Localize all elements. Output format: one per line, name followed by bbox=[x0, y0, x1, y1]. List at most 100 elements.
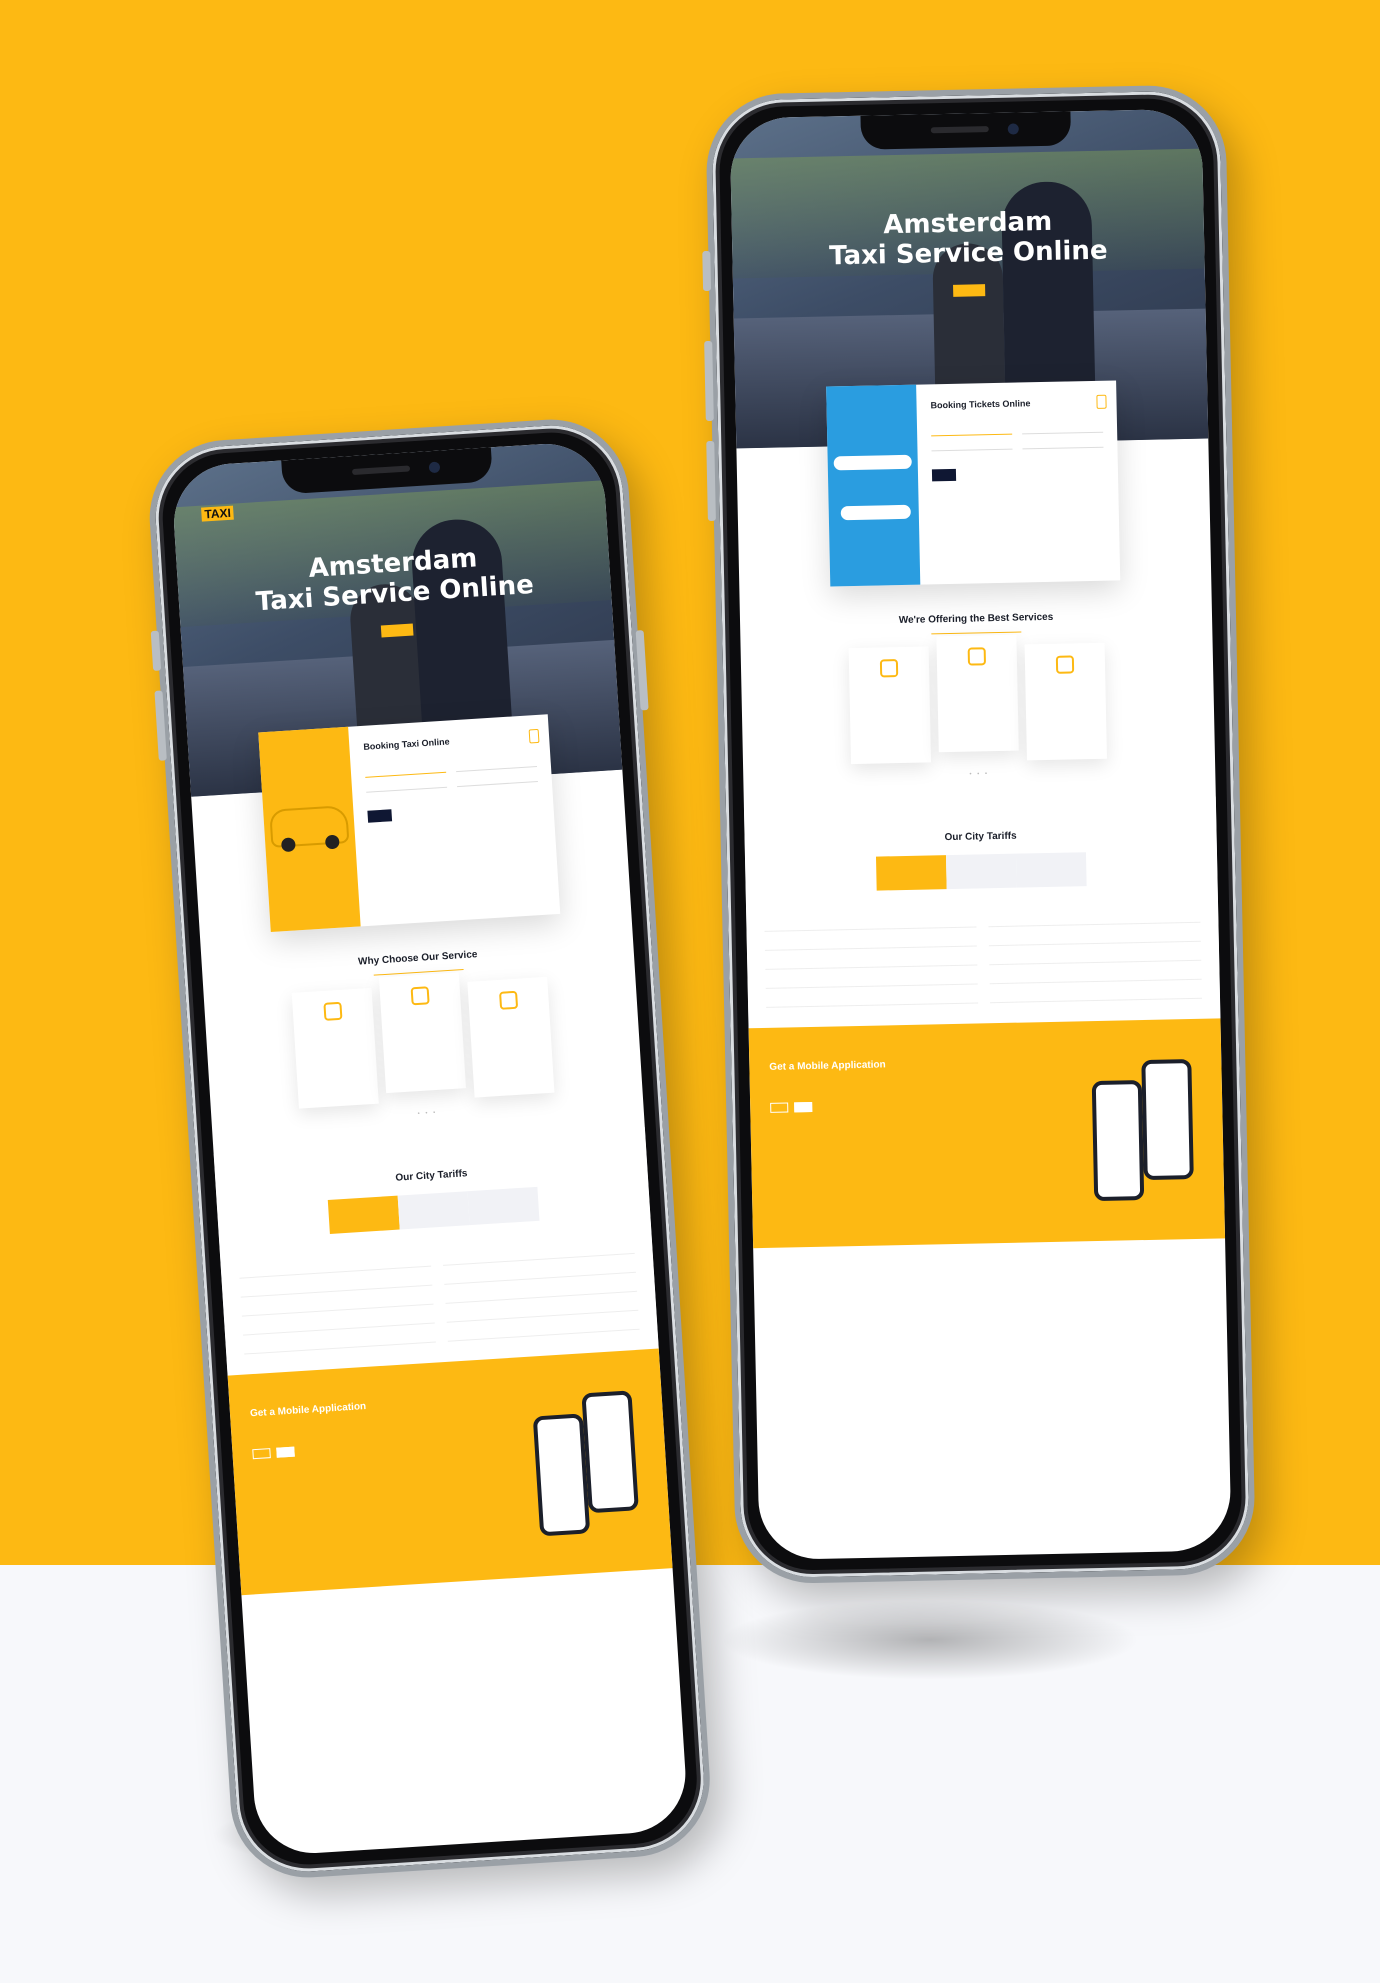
card-desc bbox=[476, 1015, 544, 1019]
booking-media bbox=[826, 384, 921, 587]
booking-field[interactable] bbox=[1022, 442, 1104, 450]
handshake-icon bbox=[1055, 655, 1075, 674]
booking-field[interactable] bbox=[455, 762, 537, 773]
read-more-link[interactable] bbox=[387, 1011, 455, 1015]
notch bbox=[860, 111, 1072, 150]
tariffs-section: Our City Tariffs bbox=[743, 796, 1221, 1029]
tariff-row[interactable] bbox=[989, 979, 1203, 1004]
read-more-link[interactable] bbox=[943, 673, 1011, 674]
advantage-card bbox=[936, 634, 1019, 753]
airplane-image bbox=[840, 504, 911, 521]
app-phone-mockup bbox=[581, 1390, 639, 1514]
app-feature bbox=[824, 1083, 874, 1084]
app-feature bbox=[770, 1088, 820, 1089]
tariff-row[interactable] bbox=[765, 984, 979, 1008]
speaker bbox=[351, 465, 411, 476]
booking-card: Booking Taxi Online bbox=[258, 714, 561, 933]
app-feature bbox=[305, 1429, 355, 1432]
volume-up-button bbox=[704, 340, 714, 422]
booking-title: Booking Tickets Online bbox=[930, 398, 1031, 411]
booking-field[interactable] bbox=[931, 429, 1013, 437]
app-title: Get a Mobile Application bbox=[769, 1059, 886, 1073]
read-more-link[interactable] bbox=[855, 685, 923, 686]
clipboard-icon bbox=[879, 659, 899, 678]
mute-switch bbox=[702, 250, 712, 292]
hero-cta-button[interactable] bbox=[953, 284, 986, 297]
read-more-link[interactable] bbox=[300, 1026, 368, 1030]
advantages-section: We're Offering the Best Services • • • bbox=[739, 579, 1215, 783]
read-more-link[interactable] bbox=[1031, 681, 1099, 682]
card-desc bbox=[943, 673, 1011, 674]
hero-cta-button[interactable] bbox=[380, 623, 414, 638]
taxi-car-image bbox=[271, 807, 348, 846]
document-icon bbox=[528, 728, 540, 744]
camera bbox=[428, 461, 441, 474]
card-desc bbox=[1031, 681, 1099, 682]
tariff-tab-taxi[interactable] bbox=[875, 855, 947, 891]
carousel-dots[interactable]: • • • bbox=[743, 766, 1215, 782]
advantage-card bbox=[378, 972, 467, 1094]
card-title bbox=[476, 1015, 544, 1019]
left-phone: TAXI Amsterdam Taxi Service Online Booki… bbox=[145, 414, 715, 1883]
tariff-tab-airport[interactable] bbox=[945, 853, 1017, 890]
speaker bbox=[930, 126, 989, 134]
card-title bbox=[1031, 681, 1099, 682]
tariffs-section: Our City Tariffs bbox=[213, 1126, 659, 1376]
airplane-image bbox=[833, 454, 912, 471]
app-feature bbox=[770, 1084, 820, 1085]
right-phone-shadow bbox=[720, 1600, 1140, 1680]
tariff-tab-airport[interactable] bbox=[397, 1191, 470, 1230]
left-phone-screen: TAXI Amsterdam Taxi Service Online Booki… bbox=[170, 440, 690, 1857]
app-phone-mockup bbox=[532, 1413, 591, 1537]
right-phone: Amsterdam Taxi Service Online Booking Ti… bbox=[702, 84, 1257, 1585]
app-desc bbox=[770, 1078, 930, 1081]
read-more-link[interactable] bbox=[476, 1015, 544, 1019]
app-phone-mockup bbox=[1141, 1059, 1194, 1181]
camera bbox=[1007, 123, 1019, 135]
booking-field[interactable] bbox=[1022, 427, 1104, 435]
booking-submit-button[interactable] bbox=[367, 809, 393, 823]
app-store-button[interactable] bbox=[794, 1101, 813, 1113]
tariff-list bbox=[764, 903, 1203, 1008]
card-title bbox=[300, 1026, 368, 1030]
card-title bbox=[387, 1011, 455, 1015]
clipboard-icon bbox=[323, 1001, 343, 1021]
app-feature bbox=[824, 1087, 874, 1088]
app-feature bbox=[251, 1428, 301, 1431]
booking-field[interactable] bbox=[456, 777, 538, 788]
taxi-icon bbox=[410, 986, 430, 1006]
app-phone-mockup bbox=[1091, 1080, 1145, 1202]
booking-submit-button[interactable] bbox=[931, 468, 957, 482]
app-section: Get a Mobile Application bbox=[748, 1018, 1226, 1249]
google-play-button[interactable] bbox=[252, 1448, 271, 1460]
booking-form: Booking Tickets Online bbox=[916, 380, 1120, 584]
app-section: Get a Mobile Application bbox=[227, 1348, 673, 1596]
advantage-card bbox=[291, 987, 379, 1109]
advantage-card bbox=[848, 646, 932, 765]
booking-field[interactable] bbox=[931, 444, 1013, 452]
card-title bbox=[855, 685, 923, 686]
booking-media bbox=[258, 726, 361, 933]
right-phone-screen: Amsterdam Taxi Service Online Booking Ti… bbox=[729, 108, 1232, 1561]
taxi-icon bbox=[967, 647, 987, 666]
booking-tabs bbox=[364, 749, 536, 761]
card-title bbox=[943, 673, 1011, 674]
google-play-button[interactable] bbox=[770, 1102, 789, 1113]
booking-field[interactable] bbox=[365, 767, 447, 778]
advantage-card bbox=[467, 976, 555, 1098]
advantages-section: Why Choose Our Service • • • bbox=[200, 909, 643, 1130]
tariff-tab-bus[interactable] bbox=[467, 1186, 540, 1226]
card-desc bbox=[855, 685, 923, 686]
document-icon bbox=[1096, 394, 1107, 409]
handshake-icon bbox=[499, 990, 519, 1010]
section-title: Our City Tariffs bbox=[944, 830, 1017, 844]
volume-down-button bbox=[706, 440, 716, 522]
app-store-button[interactable] bbox=[276, 1446, 295, 1458]
booking-card: Booking Tickets Online bbox=[826, 380, 1121, 587]
app-feature bbox=[305, 1425, 355, 1428]
booking-field[interactable] bbox=[365, 782, 448, 793]
tariff-tab-bus[interactable] bbox=[1015, 852, 1087, 888]
card-desc bbox=[387, 1011, 455, 1015]
tariff-tab-taxi[interactable] bbox=[327, 1195, 400, 1234]
tariff-list bbox=[238, 1234, 640, 1355]
